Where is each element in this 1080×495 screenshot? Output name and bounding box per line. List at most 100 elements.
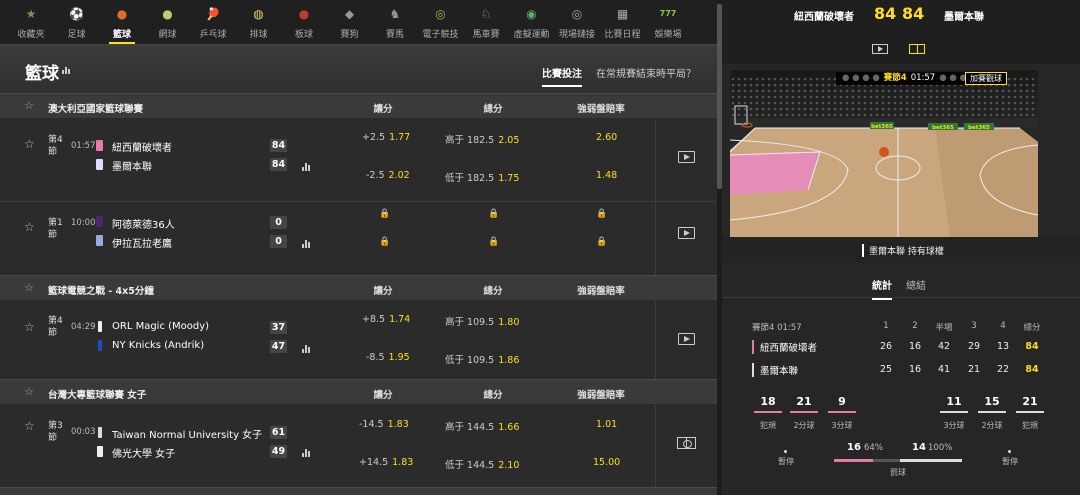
live-video-icon[interactable] [678,333,695,345]
stats-icon[interactable] [302,163,310,171]
sport-nav-item[interactable]: ◆ 賽狗 [333,0,367,44]
match-period: 第1 節 [48,218,63,240]
home-team[interactable]: 阿德萊德36人 [112,216,175,231]
court-visualization: bet365 bet365 bet365 [730,70,1038,237]
total-odd-over[interactable]: 高于 144.5 1.66 [445,419,519,433]
league-header: ☆ 台灣大專籃球聯賽 女子 讓分 總分 強弱盤賠率 [0,379,717,404]
sport-nav-item[interactable]: 777 娛樂場 [651,0,685,44]
stats-header: 3 [971,321,977,331]
live-video-icon[interactable] [872,44,888,54]
live-video-icon[interactable] [678,227,695,239]
sport-nav-item[interactable]: ● 板球 [287,0,321,44]
stats-total: 84 [1025,364,1039,375]
stat-bar [940,411,968,413]
league-header [0,487,717,495]
stats-cell: 25 [879,364,893,375]
court-tracker-icon[interactable] [909,44,925,54]
stats-icon[interactable] [62,67,70,74]
sport-nav-label: 馬車賽 [472,30,500,40]
bet-button[interactable]: 加賽觀球 [965,72,1007,85]
stats-icon[interactable] [302,345,310,353]
spread-odd-away[interactable]: +14.5 1.83 [359,457,413,468]
col-total: 總分 [483,104,503,115]
star-icon[interactable]: ☆ [24,385,34,398]
stat-bar [790,411,818,413]
sport-nav-item[interactable]: ● 網球 [151,0,185,44]
league-header: ☆ 澳大利亞國家籃球聯賽 讓分 總分 強弱盤賠率 [0,93,717,118]
home-score: 0 [270,216,287,229]
moneyline-odd-away[interactable]: 1.48 [592,170,617,181]
league-header: ☆ 籃球電競之戰 - 4x5分鐘 讓分 總分 強弱盤賠率 [0,275,717,300]
star-icon[interactable]: ☆ [24,220,35,234]
sport-nav-item[interactable]: ⚽ 足球 [60,0,94,44]
away-team[interactable]: 佛光大學 女子 [112,445,175,460]
spread-odd-home[interactable]: -14.5 1.83 [359,419,409,430]
away-score: 84 [270,158,287,171]
spread-odd-away[interactable]: -2.5 2.02 [366,170,410,181]
star-icon[interactable]: ☆ [24,137,35,151]
match-period: 第4 節 [48,316,63,338]
stats-header: 2 [912,321,918,331]
stat-bar [978,411,1006,413]
sport-nav-label: 比賽日程 [604,30,641,40]
live-video-icon[interactable] [678,151,695,163]
ft-bar-home [834,459,873,462]
ad-text: bet365 [932,125,954,131]
total-odd-under[interactable]: 低于 144.5 2.10 [445,457,519,471]
home-team[interactable]: Taiwan Normal University 女子 [112,426,262,441]
sport-nav-item[interactable]: ◎ 電子競技 [423,0,459,44]
jersey-icon [96,216,103,227]
tab-draw-regular-time[interactable]: 在常規賽結束時平局？ [596,65,696,80]
sport-nav-item[interactable]: 🏓 乒乓球 [196,0,230,44]
away-team[interactable]: NY Knicks (Andrik) [112,340,204,351]
tab-stats[interactable]: 統計 [872,277,892,300]
stats-header: 1 [883,321,889,331]
moneyline-odd-home[interactable]: 2.60 [592,132,617,143]
tab-match-betting[interactable]: 比賽投注 [542,65,582,87]
star-icon[interactable]: ☆ [24,419,35,433]
home-score: 84 [874,4,897,23]
league-name: 澳大利亞國家籃球聯賽 [48,104,144,115]
moneyline-odd-home[interactable]: 1.01 [592,419,617,430]
court-tracker-icon[interactable] [677,437,696,449]
spread-odd-away[interactable]: -8.5 1.95 [366,352,410,363]
sport-nav-item[interactable]: ◉ 虛擬運動 [513,0,550,44]
ft-label: 罰球 [890,468,906,477]
sport-nav-item[interactable]: ◍ 排球 [242,0,276,44]
moneyline-odd-away[interactable]: 15.00 [589,457,620,468]
star-icon[interactable]: ☆ [24,320,35,334]
away-team[interactable]: 墨爾本聯 [112,158,152,173]
sport-nav-item[interactable]: ★ 收藏夾 [14,0,48,44]
star-icon[interactable]: ☆ [24,281,34,294]
sport-nav-label: 娛樂場 [654,30,682,40]
away-team[interactable]: 伊拉瓦拉老鷹 [112,235,172,250]
total-odd-over[interactable]: 高于 109.5 1.80 [445,314,519,328]
stat-label: 2分球 [793,421,815,430]
sport-nav-label: 虛擬運動 [513,30,550,40]
sport-nav-item[interactable]: ♞ 賽馬 [378,0,412,44]
sport-nav-item[interactable]: ▦ 比賽日程 [604,0,641,44]
stat-label: 犯規 [760,421,776,430]
stats-cell: 13 [996,341,1010,352]
stats-icon[interactable] [302,449,310,457]
horse-racing-icon: ♞ [389,7,401,21]
divider [655,119,656,201]
star-icon[interactable]: ☆ [24,99,34,112]
total-odd-over[interactable]: 高于 182.5 2.05 [445,132,519,146]
home-team[interactable]: ORL Magic (Moody) [112,321,209,332]
tab-summary[interactable]: 總結 [906,277,926,292]
sport-nav-item[interactable]: ● 籃球 [105,0,139,44]
sport-nav-item[interactable]: ◎ 現場鏈接 [559,0,595,44]
stats-icon[interactable] [302,240,310,248]
soccer-icon: ⚽ [69,7,84,21]
total-odd-under[interactable]: 低于 109.5 1.86 [445,352,519,366]
home-team[interactable]: 紐西蘭破壞者 [112,139,172,154]
stats-total: 84 [1025,341,1039,352]
stats-header: 總分 [1023,323,1041,333]
virtual-sports-icon: ◉ [526,7,537,21]
spread-odd-home[interactable]: +2.5 1.77 [362,132,410,143]
stats-cell: 41 [937,364,951,375]
spread-odd-home[interactable]: +8.5 1.74 [362,314,410,325]
sport-nav-item[interactable]: ♘ 馬車賽 [469,0,503,44]
total-odd-under[interactable]: 低于 182.5 1.75 [445,170,519,184]
